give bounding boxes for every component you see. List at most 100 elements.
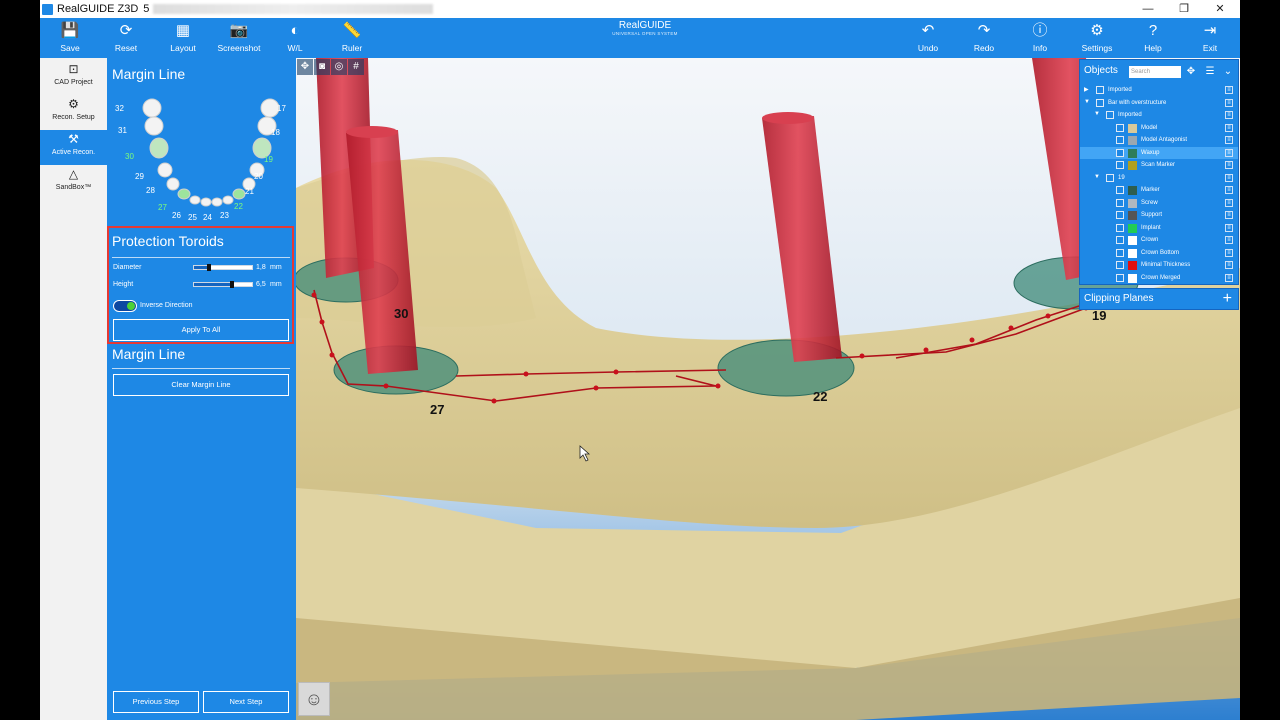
color-swatch[interactable]	[1128, 136, 1137, 145]
row-menu-icon[interactable]: ≡	[1225, 86, 1233, 94]
undo-button[interactable]: ↶ Undo	[900, 20, 956, 58]
row-menu-icon[interactable]: ≡	[1225, 148, 1233, 157]
collapse-chevron-icon[interactable]: ⌄	[1221, 65, 1235, 79]
exit-button[interactable]: ⇥ Exit	[1182, 20, 1238, 58]
nav-cad-project[interactable]: ⊡ CAD Project	[40, 60, 107, 95]
color-swatch[interactable]	[1128, 273, 1137, 283]
row-menu-icon[interactable]: ≡	[1225, 111, 1233, 119]
color-swatch[interactable]	[1128, 223, 1137, 233]
visibility-checkbox[interactable]	[1116, 236, 1124, 244]
visibility-checkbox[interactable]	[1116, 161, 1124, 169]
layout-button[interactable]: ▦ Layout	[155, 20, 211, 58]
object-row[interactable]: Model Antagonist ≡	[1080, 134, 1238, 146]
row-menu-icon[interactable]: ≡	[1225, 123, 1233, 132]
row-menu-icon[interactable]: ≡	[1225, 136, 1233, 144]
visibility-checkbox[interactable]	[1096, 98, 1104, 107]
move-icon[interactable]: ✥	[1184, 65, 1198, 79]
visibility-checkbox[interactable]	[1116, 211, 1124, 219]
tooth-25[interactable]	[200, 197, 212, 207]
ruler-button[interactable]: 📏 Ruler	[324, 20, 380, 58]
object-row[interactable]: Crown Bottom ≡	[1080, 247, 1238, 259]
object-row[interactable]: ▶ Imported ≡	[1080, 84, 1238, 96]
camera-icon[interactable]: ◙	[314, 59, 330, 75]
tooth-32[interactable]	[142, 98, 162, 118]
tooth-29[interactable]	[157, 162, 173, 178]
row-menu-icon[interactable]: ≡	[1225, 211, 1233, 219]
row-menu-icon[interactable]: ≡	[1225, 236, 1233, 244]
screenshot-button[interactable]: 📷 Screenshot	[211, 20, 267, 58]
row-menu-icon[interactable]: ≡	[1225, 273, 1233, 282]
color-swatch[interactable]	[1128, 161, 1137, 170]
close-button[interactable]: ✕	[1202, 0, 1238, 18]
visibility-checkbox[interactable]	[1116, 186, 1124, 194]
visibility-checkbox[interactable]	[1116, 123, 1124, 132]
tooth-24[interactable]	[211, 197, 223, 207]
color-swatch[interactable]	[1128, 248, 1137, 258]
help-button[interactable]: ? Help	[1125, 20, 1181, 58]
previous-step-button[interactable]: Previous Step	[113, 691, 199, 713]
orientation-head-icon[interactable]: ☺	[298, 682, 330, 716]
expand-arrow-icon[interactable]: ▶	[1084, 86, 1089, 93]
reset-button[interactable]: ⟳ Reset	[98, 20, 154, 58]
info-button[interactable]: ⓘ Info	[1012, 20, 1068, 58]
row-menu-icon[interactable]: ≡	[1225, 186, 1233, 194]
visibility-checkbox[interactable]	[1116, 223, 1124, 232]
object-row[interactable]: Screw ≡	[1080, 197, 1238, 209]
row-menu-icon[interactable]: ≡	[1225, 173, 1233, 182]
visibility-checkbox[interactable]	[1106, 111, 1114, 119]
color-swatch[interactable]	[1128, 261, 1137, 270]
object-row[interactable]: Waxup ≡	[1080, 146, 1238, 159]
color-swatch[interactable]	[1128, 123, 1137, 133]
object-row[interactable]: ▼ 19 ≡	[1080, 172, 1238, 184]
object-row[interactable]: Support ≡	[1080, 209, 1238, 221]
objects-search-input[interactable]: Search	[1129, 66, 1181, 78]
minimize-button[interactable]: —	[1130, 0, 1166, 18]
object-row[interactable]: ▼ Bar with overstructure ≡	[1080, 97, 1238, 109]
visibility-checkbox[interactable]	[1116, 198, 1124, 207]
object-row[interactable]: ▼ Imported ≡	[1080, 109, 1238, 121]
next-step-button[interactable]: Next Step	[203, 691, 289, 713]
object-row[interactable]: Crown ≡	[1080, 234, 1238, 246]
tooth-26[interactable]	[189, 195, 201, 205]
color-swatch[interactable]	[1128, 211, 1137, 220]
settings-button[interactable]: ⚙ Settings	[1069, 20, 1125, 58]
clear-margin-line-button[interactable]: Clear Margin Line	[113, 374, 289, 396]
object-row[interactable]: Model ≡	[1080, 122, 1238, 134]
row-menu-icon[interactable]: ≡	[1225, 223, 1233, 232]
row-menu-icon[interactable]: ≡	[1225, 198, 1233, 207]
object-row[interactable]: Crown Merged ≡	[1080, 272, 1238, 284]
object-row[interactable]: Marker ≡	[1080, 184, 1238, 196]
redo-button[interactable]: ↷ Redo	[956, 20, 1012, 58]
collapse-arrow-icon[interactable]: ▼	[1084, 99, 1090, 105]
visibility-checkbox[interactable]	[1116, 248, 1124, 257]
visibility-checkbox[interactable]	[1116, 261, 1124, 269]
tooth-31[interactable]	[144, 116, 164, 136]
color-swatch[interactable]	[1128, 236, 1137, 245]
row-menu-icon[interactable]: ≡	[1225, 261, 1233, 269]
grid-icon[interactable]: #	[348, 59, 364, 75]
color-swatch[interactable]	[1128, 198, 1137, 208]
visibility-checkbox[interactable]	[1096, 86, 1104, 94]
nav-recon-setup[interactable]: ⚙ Recon. Setup	[40, 95, 107, 130]
nav-active-recon[interactable]: ⚒ Active Recon.	[40, 130, 107, 165]
collapse-arrow-icon[interactable]: ▼	[1094, 174, 1100, 180]
color-swatch[interactable]	[1128, 148, 1137, 158]
dental-arch-chart[interactable]	[127, 92, 287, 222]
object-row[interactable]: Scan Marker ≡	[1080, 159, 1238, 171]
collapse-arrow-icon[interactable]: ▼	[1094, 111, 1100, 117]
pan-icon[interactable]: ✥	[297, 59, 313, 75]
visibility-checkbox[interactable]	[1116, 273, 1124, 282]
save-button[interactable]: 💾 Save	[42, 20, 98, 58]
object-row[interactable]: Implant ≡	[1080, 222, 1238, 234]
focus-icon[interactable]: ◎	[331, 59, 347, 75]
add-clipping-plane-icon[interactable]: +	[1223, 290, 1232, 308]
tooth-27[interactable]	[177, 188, 191, 200]
tooth-23[interactable]	[222, 195, 234, 205]
color-swatch[interactable]	[1128, 186, 1137, 195]
row-menu-icon[interactable]: ≡	[1225, 161, 1233, 169]
tooth-22[interactable]	[232, 188, 246, 200]
row-menu-icon[interactable]: ≡	[1225, 248, 1233, 257]
visibility-checkbox[interactable]	[1116, 136, 1124, 144]
nav-sandbox[interactable]: △ SandBox™	[40, 165, 107, 200]
list-menu-icon[interactable]: ☰	[1203, 65, 1217, 79]
